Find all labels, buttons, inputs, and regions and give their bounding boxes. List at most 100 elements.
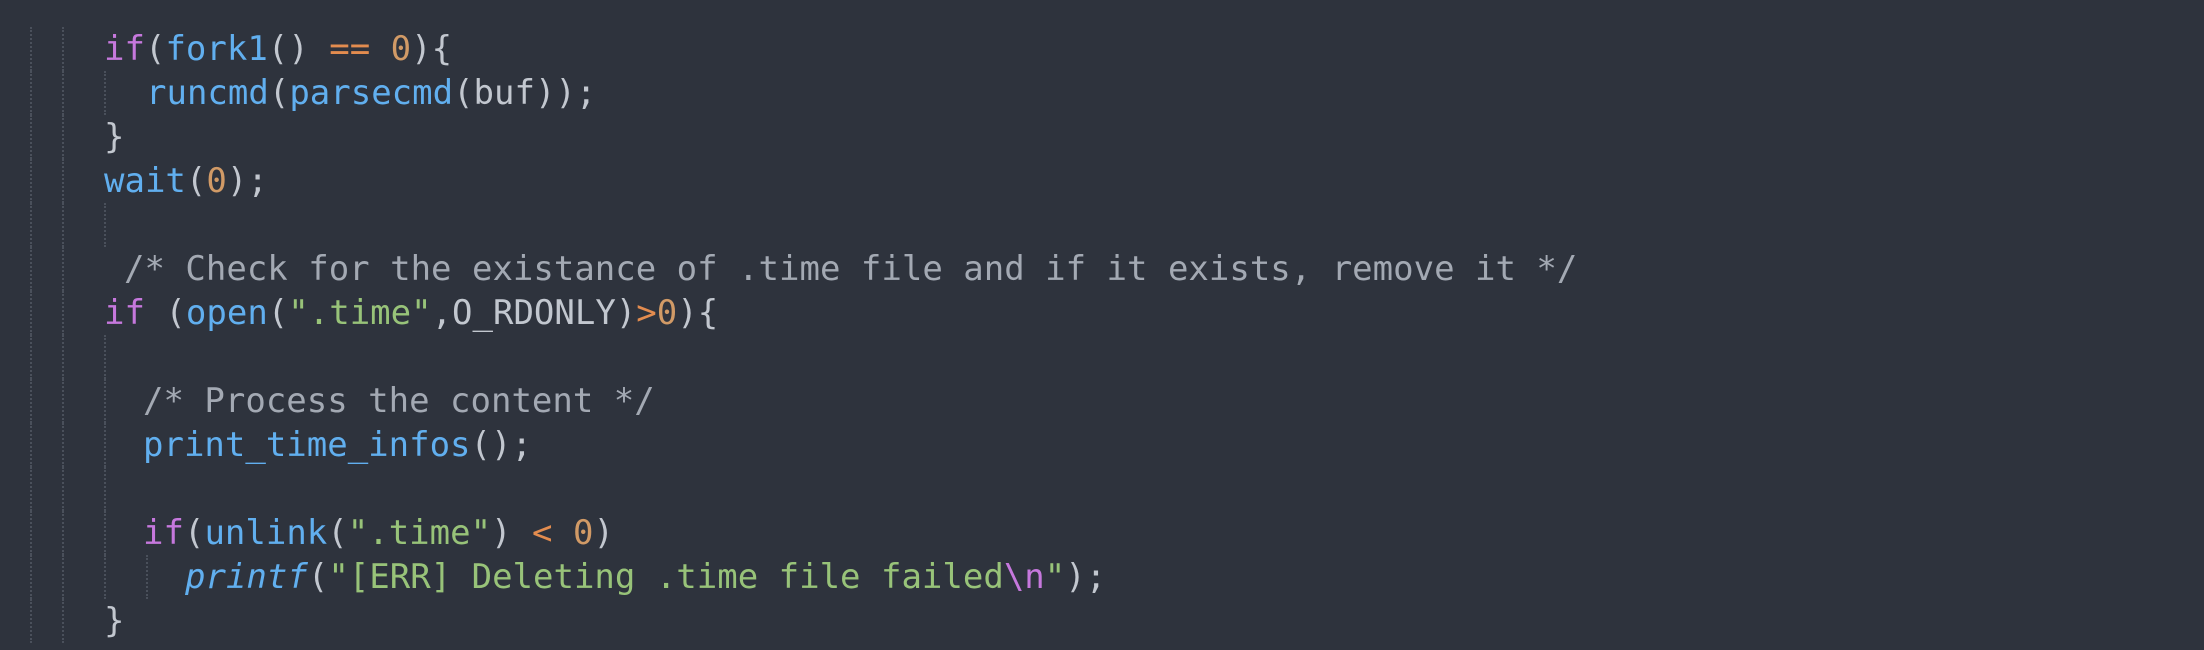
code-line-content: wait(0); [104,159,268,203]
indent-guide [104,511,106,555]
code-token: parsecmd [289,73,454,113]
indent-guide [62,291,64,335]
code-line[interactable] [0,467,2204,511]
indent-guide [30,115,32,159]
indent-guide [104,335,106,379]
code-token: 0 [572,513,594,553]
code-line[interactable]: if(fork1() == 0){ [0,27,2204,71]
code-token: ( [307,557,329,597]
code-token: ( [268,73,290,113]
code-token: == [329,29,371,69]
indent-guide [30,203,32,247]
code-line-content: } [104,115,124,159]
code-line[interactable] [0,335,2204,379]
code-line[interactable]: wait(0); [0,159,2204,203]
code-token: if [143,513,184,553]
indent-guide [62,247,64,291]
code-token: ) [593,513,614,553]
code-token: (buf)); [453,73,597,113]
indent-guide [62,203,64,247]
indent-guide [62,159,64,203]
code-token: fork1 [165,29,268,69]
code-token: print_time_infos [143,425,471,465]
code-line[interactable] [0,203,2204,247]
code-line[interactable]: runcmd(parsecmd(buf)); [0,71,2204,115]
code-token: ,O_RDONLY) [431,293,637,333]
indent-guide [62,335,64,379]
indent-guide [104,203,106,247]
indent-guide [104,71,106,115]
code-line[interactable]: /* Process the content */ [0,379,2204,423]
code-line-content: /* Check for the existance of .time file… [124,247,1577,291]
code-line-content: /* Process the content */ [143,379,655,423]
code-line[interactable]: if(unlink(".time") < 0) [0,511,2204,555]
code-token: open [185,293,268,333]
indent-guide [62,27,64,71]
code-line-content: runcmd(parsecmd(buf)); [146,71,596,115]
code-line[interactable]: } [0,599,2204,643]
code-token: ( [327,513,348,553]
code-token: ".time" [288,293,432,333]
code-line-content: printf("[ERR] Deleting .time file failed… [185,555,1106,599]
code-line[interactable]: } [0,115,2204,159]
code-token: > [636,293,657,333]
indent-guide [62,555,64,599]
code-token: ){ [411,29,453,69]
indent-guide [146,555,148,599]
indent-guide [104,467,106,511]
indent-guide [104,423,106,467]
indent-guide [62,511,64,555]
code-line-content: if(fork1() == 0){ [104,27,452,71]
code-token: } [104,601,125,641]
code-line-content: if (open(".time",O_RDONLY)>0){ [104,291,718,335]
code-token: ".time" [347,513,492,553]
code-editor[interactable]: if(fork1() == 0){runcmd(parsecmd(buf));}… [0,0,2204,650]
code-token: ( [183,513,205,553]
code-token: () [267,29,330,69]
code-token: if [104,29,145,69]
indent-guide [30,247,32,291]
code-token: ){ [677,293,719,333]
indent-guide [104,555,106,599]
indent-guide [30,335,32,379]
code-token: ( [267,293,289,333]
code-token: /* Check for the existance of .time file… [124,249,1578,289]
code-line[interactable]: printf("[ERR] Deleting .time file failed… [0,555,2204,599]
code-token: < [532,513,553,553]
code-token: ) [491,513,532,553]
indent-guide [30,599,32,643]
indent-guide [30,159,32,203]
code-token: ); [1065,557,1107,597]
code-token: (); [470,425,532,465]
indent-guide [30,71,32,115]
code-token: " [1044,557,1066,597]
indent-guide [30,511,32,555]
indent-guide [62,71,64,115]
code-area[interactable]: if(fork1() == 0){runcmd(parsecmd(buf));}… [0,27,2204,643]
code-token: 0 [206,161,227,201]
code-token: runcmd [146,73,269,113]
code-line-content: print_time_infos(); [143,423,532,467]
code-line[interactable]: /* Check for the existance of .time file… [0,247,2204,291]
code-token: "[ERR] Deleting .time file failed [328,557,1004,597]
code-line[interactable]: print_time_infos(); [0,423,2204,467]
code-token: ); [226,161,268,201]
indent-guide [30,291,32,335]
code-line[interactable]: if (open(".time",O_RDONLY)>0){ [0,291,2204,335]
code-line-content: } [104,599,124,643]
code-token: ( [185,161,207,201]
indent-guide [62,599,64,643]
indent-guide [30,27,32,71]
code-token: ( [144,293,186,333]
code-token: 0 [390,29,412,69]
indent-guide [62,379,64,423]
indent-guide [62,467,64,511]
indent-guide [30,555,32,599]
code-token: } [104,117,125,157]
indent-guide [62,423,64,467]
indent-guide [30,423,32,467]
code-token: unlink [204,513,328,553]
code-line-content: if(unlink(".time") < 0) [143,511,614,555]
